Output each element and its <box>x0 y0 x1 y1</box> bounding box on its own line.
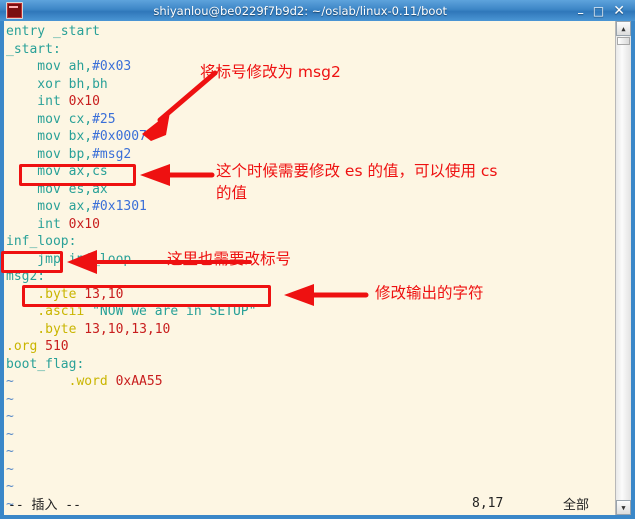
code-token: mov ax,cs <box>6 164 108 179</box>
code-token: 510 <box>45 339 69 354</box>
empty-line-marker: ~ <box>6 461 14 477</box>
code-token: .byte <box>6 321 85 337</box>
annotation-output-string: 修改输出的字符 <box>375 284 484 302</box>
code-token: 13,10 <box>84 286 124 302</box>
empty-line-marker: ~ <box>6 374 14 389</box>
editor-empty-lines: ~ ~ ~ ~ ~ ~ ~ ~ <box>6 373 14 513</box>
code-token: #0x0007 <box>92 129 147 144</box>
window-title: shiyanlou@be0229f7b9d2: ~/oslab/linux-0.… <box>153 3 448 18</box>
window-controls: – □ ✕ <box>577 4 631 20</box>
code-token: #0x03 <box>92 59 132 74</box>
code-token: #0x1301 <box>92 199 147 214</box>
code-token: msg2: <box>6 269 46 284</box>
code-token: .org <box>6 339 46 354</box>
maximize-button[interactable]: □ <box>593 5 604 17</box>
scroll-up-button[interactable]: ▲ <box>616 21 631 36</box>
code-token: int <box>6 216 69 232</box>
scroll-down-button[interactable]: ▼ <box>616 500 631 515</box>
code-line[interactable]: .word 0xAA55 <box>6 373 256 391</box>
status-scroll-percent: 全部 <box>563 497 590 513</box>
code-token: 0x10 <box>68 94 100 109</box>
code-token: boot_flag: <box>6 356 85 372</box>
code-token: .ascii <box>6 304 93 319</box>
empty-line-marker: ~ <box>6 444 14 459</box>
terminal-icon <box>6 2 23 19</box>
code-token: mov ax, <box>6 199 93 214</box>
code-token: jmp inf_loop <box>6 251 132 267</box>
code-line[interactable]: _start: <box>6 41 256 59</box>
code-token: int <box>6 94 69 109</box>
annotation-label-msg2: 将标号修改为 msg2 <box>200 63 341 81</box>
code-token: _start: <box>6 41 61 57</box>
code-token: .byte <box>6 286 85 302</box>
code-line[interactable]: .byte 13,10,13,10 <box>6 321 256 339</box>
code-line[interactable]: msg2: <box>6 268 256 286</box>
code-line[interactable]: int 0x10 <box>6 216 256 234</box>
code-line[interactable]: boot_flag: <box>6 356 256 374</box>
status-mode: -- 插入 -- <box>8 497 81 513</box>
titlebar[interactable]: shiyanlou@be0229f7b9d2: ~/oslab/linux-0.… <box>0 0 635 21</box>
terminal-window: shiyanlou@be0229f7b9d2: ~/oslab/linux-0.… <box>0 0 635 519</box>
code-line[interactable]: .ascii "NOW we are in SETUP" <box>6 303 256 321</box>
code-token: mov bp, <box>6 146 93 162</box>
code-token: .word <box>6 374 116 389</box>
scrollbar-thumb[interactable] <box>617 37 630 45</box>
empty-line-marker: ~ <box>6 391 14 407</box>
code-line[interactable]: .byte 13,10 <box>6 286 256 304</box>
code-token: #25 <box>92 111 116 127</box>
code-token: entry _start <box>6 24 100 39</box>
code-token: #msg2 <box>92 146 132 162</box>
empty-line-marker: ~ <box>6 409 14 424</box>
close-button[interactable]: ✕ <box>613 4 625 18</box>
code-token: 0x10 <box>68 216 100 232</box>
code-token: xor bh,bh <box>6 76 108 92</box>
code-token: mov ah, <box>6 59 93 74</box>
code-line[interactable]: entry _start <box>6 23 256 41</box>
status-cursor-position: 8,17 <box>472 495 504 511</box>
code-token: mov cx, <box>6 111 93 127</box>
annotation-es-value: 这个时候需要修改 es 的值，可以使用 cs 的值 <box>216 162 498 202</box>
code-token: mov bx, <box>6 129 93 144</box>
code-token: 13,10,13,10 <box>84 321 171 337</box>
code-line[interactable]: int 0x10 <box>6 93 256 111</box>
code-token: 0xAA55 <box>115 374 163 389</box>
annotation-label-here: 这里也需要改标号 <box>167 250 292 268</box>
minimize-button[interactable]: – <box>577 7 584 20</box>
code-token: inf_loop: <box>6 234 77 249</box>
vertical-scrollbar[interactable]: ▲ ▼ <box>615 21 631 515</box>
vim-status-line: -- 插入 -- 8,17 全部 <box>6 494 606 513</box>
code-line[interactable]: mov cx,#25 <box>6 111 256 129</box>
empty-line-marker: ~ <box>6 426 14 442</box>
code-token: mov es,ax <box>6 181 108 197</box>
code-line[interactable]: mov bx,#0x0007 <box>6 128 256 146</box>
code-token: "NOW we are in SETUP" <box>92 304 257 319</box>
code-line[interactable]: .org 510 <box>6 338 256 356</box>
